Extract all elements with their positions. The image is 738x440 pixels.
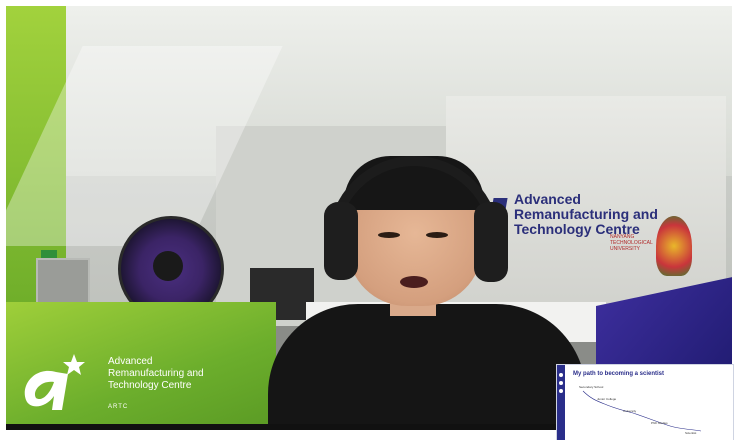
artc-logo-line: Technology Centre [108, 380, 192, 391]
slide-path-line [582, 390, 702, 432]
artc-short-name: ARTC [108, 404, 129, 410]
artc-logo-text: Advanced Remanufacturing and Technology … [108, 356, 204, 392]
shared-slide-thumbnail[interactable]: My path to becoming a scientist Secondar… [556, 364, 734, 440]
person-left-eye [378, 232, 400, 238]
exit-sign [41, 250, 57, 258]
artc-a-star-icon [16, 350, 86, 416]
slide-sidebar-dot [559, 373, 563, 377]
wall-brand-sign: Advanced Remanufacturing and Technology … [490, 191, 692, 237]
slide-sidebar [557, 365, 565, 440]
artc-logo-line: Advanced [108, 356, 153, 367]
slide-node: Junior College [597, 397, 617, 401]
jet-engine-hub [153, 251, 183, 281]
artc-logo: Advanced Remanufacturing and Technology … [16, 346, 256, 418]
slide-node: PhD Studies [651, 421, 668, 425]
wall-brand-line: Advanced [514, 191, 581, 207]
person-right-eye [426, 232, 448, 238]
ntu-logo-text: NANYANG TECHNOLOGICAL UNIVERSITY [610, 234, 653, 252]
wall-brand-line: Remanufacturing and [514, 206, 658, 222]
slide-sidebar-dot [559, 381, 563, 385]
person-mouth [400, 276, 428, 288]
headphones-right-earcup [474, 202, 508, 282]
headphones-left-earcup [324, 202, 358, 280]
video-call-frame: Advanced Remanufacturing and Technology … [0, 0, 738, 440]
slide-node: University [623, 409, 637, 413]
person-torso [268, 304, 586, 430]
artc-logo-line: Remanufacturing and [108, 368, 204, 379]
slide-sidebar-dot [559, 389, 563, 393]
slide-node: Scientist [685, 431, 697, 435]
wall-brand-line: Technology Centre [514, 221, 640, 237]
slide-node: Secondary School [579, 385, 604, 389]
